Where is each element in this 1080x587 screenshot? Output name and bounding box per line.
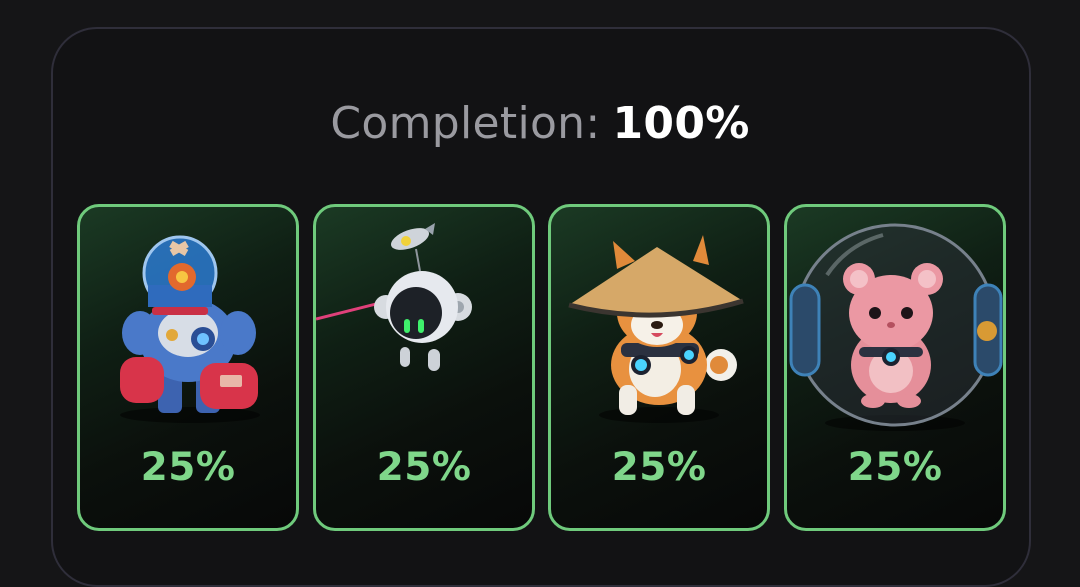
card-shiba-doge[interactable]: 25% [548, 204, 770, 531]
completion-label: Completion: [330, 98, 601, 149]
card-robot-diver[interactable]: 25% [77, 204, 299, 531]
card-percent: 25% [140, 445, 236, 490]
card-drone-bot[interactable]: 25% [313, 204, 535, 531]
drone-bot-icon [316, 223, 472, 371]
card-percent: 25% [376, 445, 472, 490]
card-hamster-ball[interactable]: 25% [784, 204, 1006, 531]
completion-heading: Completion: 100% [0, 96, 1080, 152]
card-percent: 25% [847, 445, 943, 490]
robot-diver-icon [120, 235, 260, 423]
completion-value: 100% [612, 98, 750, 149]
hamster-ball-icon [789, 223, 1003, 431]
shiba-doge-icon [568, 235, 744, 423]
card-percent: 25% [611, 445, 707, 490]
